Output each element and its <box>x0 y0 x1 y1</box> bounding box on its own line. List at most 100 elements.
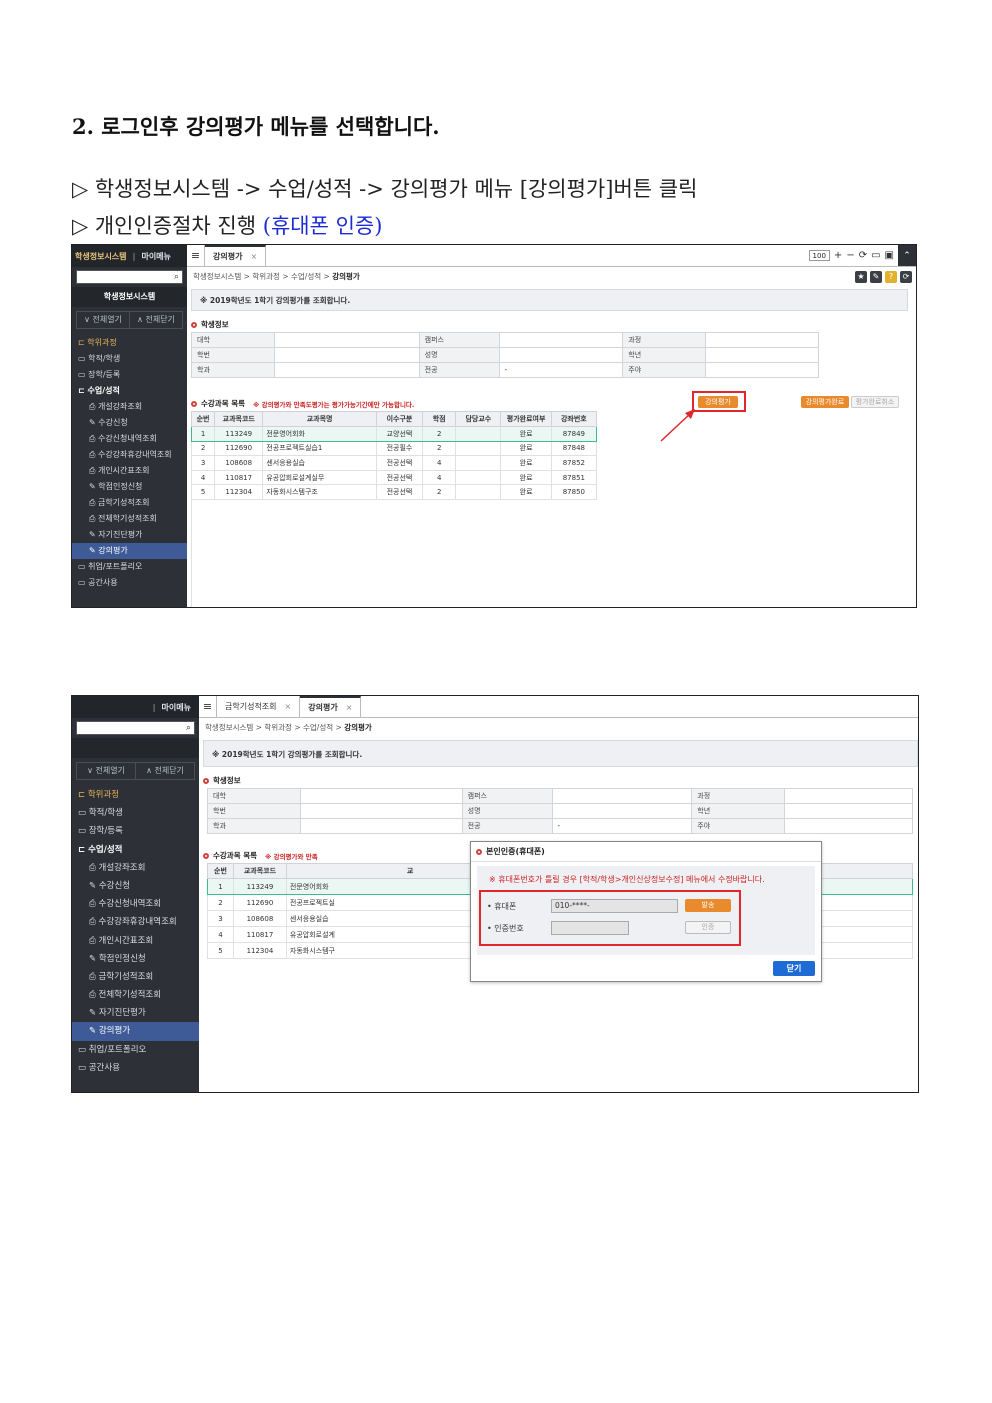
info-value <box>498 347 624 363</box>
sidebar-title <box>72 738 199 758</box>
sidebar-item[interactable]: ▭ 학적/학생 <box>72 351 187 367</box>
my-menu-link[interactable]: 마이메뉴 <box>141 251 170 262</box>
collapse-all-button[interactable]: ∧ 전체닫기 <box>135 763 194 779</box>
sidebar-item[interactable]: ▭ 공간사용 <box>72 575 187 591</box>
sidebar-item[interactable]: ⎙ 개인시간표조회 <box>72 932 199 950</box>
sidebar-item[interactable]: ⎙ 수강강좌휴강내역조회 <box>72 913 199 931</box>
sidebar-item[interactable]: ✎ 학점인정신청 <box>72 479 187 495</box>
sidebar-item[interactable]: ⊏ 수업/성적 <box>72 383 187 399</box>
notice-banner: ※ 2019학년도 1학기 강의평가를 조회합니다. <box>203 740 918 767</box>
sidebar-item[interactable]: ▭ 공간사용 <box>72 1059 199 1077</box>
sidebar-item[interactable]: ⊏ 학위과정 <box>72 786 199 804</box>
sidebar-item[interactable]: ✎ 강의평가 <box>72 543 187 559</box>
help-icon[interactable]: ? <box>885 271 897 283</box>
sidebar-item[interactable]: ▭ 취업/포트폴리오 <box>72 1041 199 1059</box>
sidebar-item[interactable]: ⎙ 금학기성적조회 <box>72 495 187 511</box>
sidebar-item[interactable]: ⎙ 개설강좌조회 <box>72 859 199 877</box>
info-label: 주야 <box>622 362 707 378</box>
table-row[interactable]: 1 113249 전문영어회화 교양선택 2 완료 87849 <box>190 426 598 442</box>
sidebar-item[interactable]: ⎙ 수강신청내역조회 <box>72 895 199 913</box>
sidebar-item[interactable]: ▭ 장학/등록 <box>72 367 187 383</box>
verify-button[interactable]: 인증 <box>685 921 731 934</box>
sidebar-item[interactable]: ✎ 수강신청 <box>72 415 187 431</box>
sidebar-item-label: 금학기성적조회 <box>97 498 150 507</box>
phone-label: • 휴대폰 <box>487 902 517 911</box>
expand-all-button[interactable]: ∨ 전체열기 <box>77 312 129 328</box>
table-row[interactable]: 2 112690 전공프로젝트실습1 전공필수 2 완료 87848 <box>190 440 598 457</box>
chevron-up-icon[interactable]: ⌃ <box>898 245 916 266</box>
tab-course-evaluation[interactable]: 강의평가 × <box>300 696 362 717</box>
column-header: 순번 <box>207 863 234 879</box>
sidebar-item-label: 자기진단평가 <box>98 1008 146 1019</box>
search-icon[interactable]: ⌕ <box>174 272 179 282</box>
table-cell: 완료 <box>500 440 552 457</box>
table-row[interactable]: 4 110817 유공압회로설계실무 전공선택 4 완료 87851 <box>190 469 598 486</box>
close-button[interactable]: 닫기 <box>773 961 815 976</box>
sidebar-item[interactable]: ⎙ 수강신청내역조회 <box>72 431 187 447</box>
sidebar-item[interactable]: ✎ 학점인정신청 <box>72 950 199 968</box>
my-menu-link[interactable]: 마이메뉴 <box>162 702 191 713</box>
phone-field[interactable]: 010-****- <box>551 899 678 913</box>
sidebar-search-input[interactable]: ⌕ <box>76 721 195 735</box>
zoom-out-icon[interactable]: − <box>846 250 854 261</box>
info-label: 과정 <box>691 788 786 804</box>
sidebar-item-label: 개설강좌조회 <box>97 402 143 411</box>
sidebar-item[interactable]: ⎙ 전체학기성적조회 <box>72 986 199 1004</box>
window-icon[interactable]: ▭ <box>871 250 880 261</box>
sidebar-item[interactable]: ⎙ 개인시간표조회 <box>72 463 187 479</box>
sidebar-item-label: 공간사용 <box>88 578 118 587</box>
sidebar-item[interactable]: ✎ 자기진단평가 <box>72 1004 199 1022</box>
table-cell <box>455 455 502 471</box>
sidebar-item[interactable]: ⎙ 수강강좌휴강내역조회 <box>72 447 187 463</box>
refresh-icon[interactable]: ⟳ <box>900 271 912 283</box>
sidebar-item[interactable]: ✎ 수강신청 <box>72 877 199 895</box>
collapse-all-button[interactable]: ∧ 전체닫기 <box>129 312 182 328</box>
info-label: 학과 <box>191 362 275 378</box>
popup-window-icon[interactable]: ▣ <box>885 250 894 261</box>
satisfaction-eval-button[interactable]: 강의평가완료 <box>801 396 849 408</box>
tab-current-grades[interactable]: 금학기성적조회 × <box>217 696 301 717</box>
column-header: 교과목코드 <box>232 863 287 879</box>
close-icon[interactable]: × <box>346 703 353 712</box>
search-icon[interactable]: ⌕ <box>186 723 191 733</box>
sidebar-item[interactable]: ✎ 자기진단평가 <box>72 527 187 543</box>
zoom-in-icon[interactable]: + <box>834 250 842 261</box>
table-cell: 전문영어회화 <box>262 426 377 442</box>
column-header: 강좌번호 <box>550 411 598 427</box>
edit-icon: ✎ <box>89 530 99 539</box>
sidebar-item[interactable]: ⊏ 수업/성적 <box>72 841 199 859</box>
table-cell: 112690 <box>214 440 264 457</box>
tab-label: 강의평가 <box>308 703 338 712</box>
menu-icon[interactable]: ≡ <box>187 245 205 266</box>
menu-icon[interactable]: ≡ <box>199 696 217 717</box>
print-icon: ⎙ <box>89 498 98 507</box>
sidebar-item[interactable]: ⎙ 전체학기성적조회 <box>72 511 187 527</box>
cancel-eval-button[interactable]: 평가완료취소 <box>851 396 899 408</box>
sidebar-item[interactable]: ▭ 취업/포트폴리오 <box>72 559 187 575</box>
sidebar-item[interactable]: ⎙ 개설강좌조회 <box>72 399 187 415</box>
zoom-level[interactable]: 100 <box>808 250 830 261</box>
sidebar-item[interactable]: ✎ 강의평가 <box>72 1022 199 1041</box>
sidebar-search-input[interactable]: ⌕ <box>76 270 183 284</box>
tab-course-evaluation[interactable]: 강의평가 × <box>205 245 267 266</box>
close-icon[interactable]: × <box>285 702 292 711</box>
star-icon[interactable]: ★ <box>855 271 867 283</box>
edit-icon: ✎ <box>89 1008 99 1019</box>
expand-all-button[interactable]: ∨ 전체열기 <box>77 763 135 779</box>
sidebar-item[interactable]: ⎙ 금학기성적조회 <box>72 968 199 986</box>
table-row[interactable]: 5 112304 자동화시스템구조 전공선택 2 완료 87850 <box>190 484 598 500</box>
close-icon[interactable]: × <box>250 252 257 261</box>
instruction-highlight: (휴대폰 인증) <box>262 214 383 238</box>
refresh-icon[interactable]: ⟳ <box>859 250 867 261</box>
table-cell: 2 <box>207 894 234 911</box>
sidebar-item[interactable]: ▭ 장학/등록 <box>72 822 199 840</box>
breadcrumb: 학생정보시스템 > 학위과정 > 수업/성적 > 강의평가 ★ ✎ ? ⟳ <box>187 267 916 287</box>
edit-icon[interactable]: ✎ <box>870 271 882 283</box>
sidebar-item[interactable]: ⊏ 학위과정 <box>72 335 187 351</box>
send-button[interactable]: 발송 <box>685 899 731 912</box>
system-label[interactable]: 학생정보시스템 <box>75 251 127 262</box>
sidebar-item-label: 학적/학생 <box>88 354 121 363</box>
auth-code-field[interactable] <box>551 921 629 935</box>
table-row[interactable]: 3 108608 센서응용실습 전공선택 4 완료 87852 <box>190 455 598 471</box>
sidebar-item[interactable]: ▭ 학적/학생 <box>72 804 199 822</box>
